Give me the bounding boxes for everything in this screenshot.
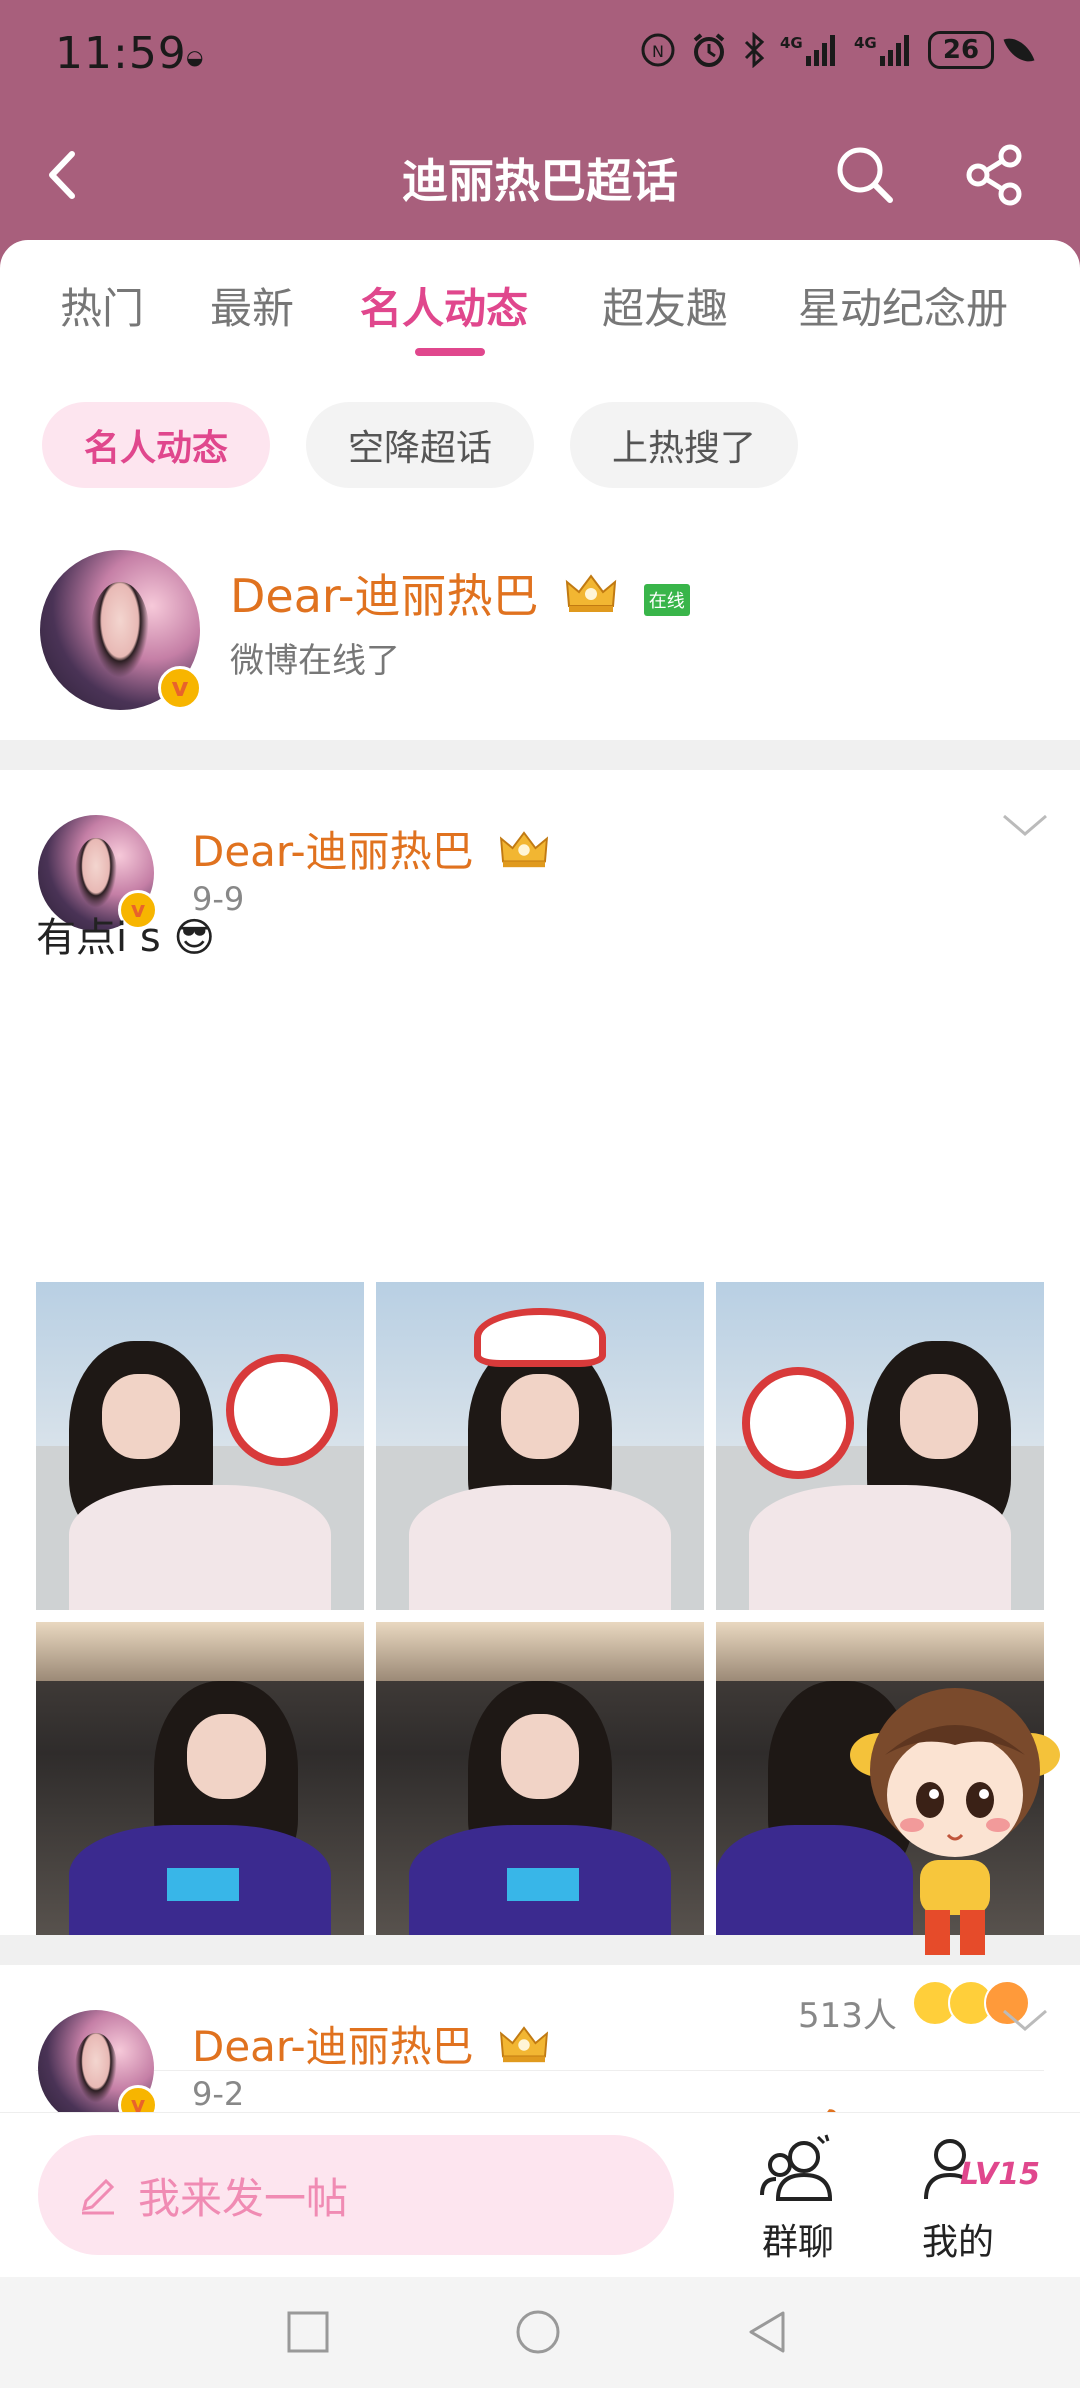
crown-icon [497,829,551,881]
tab-bar: 热门 最新 名人动态 超友趣 星动纪念册 [0,240,1080,370]
status-time: 11:59 [55,28,187,79]
celebrity-subtitle: 微博在线了 [230,641,400,681]
status-bar: 11:59 ◒ N 4G 4G 26 [0,0,1080,110]
post-author-row: Dear-迪丽热巴 [192,2013,551,2076]
post-author-row: Dear-迪丽热巴 [192,818,551,881]
level-badge: LV15 [960,2157,1040,2192]
post-author-name[interactable]: Dear-迪丽热巴 [192,827,474,876]
nfc-icon: N [640,30,676,70]
chip-celebrity-updates[interactable]: 名人动态 [42,402,270,488]
tab-star-album[interactable]: 星动纪念册 [798,275,1008,336]
search-button[interactable] [830,140,900,210]
share-icon [966,144,1022,206]
chip-trending[interactable]: 上热搜了 [570,402,798,488]
alarm-icon [690,30,728,70]
post-photo[interactable] [36,1282,364,1610]
search-icon [837,147,893,203]
group-chat-button[interactable]: 群聊 [738,2133,858,2265]
home-icon[interactable] [513,2307,563,2357]
chip-airdrop[interactable]: 空降超话 [306,402,534,488]
bluetooth-icon [742,30,766,70]
post-date: 9-2 [192,2075,245,2113]
filter-chips: 名人动态 空降超话 上热搜了 [0,402,1080,488]
group-chat-label: 群聊 [761,2222,834,2263]
post-photo[interactable] [716,1282,1044,1610]
svg-text:N: N [652,42,664,61]
celebrity-name-row: Dear-迪丽热巴 在线 [230,560,690,627]
mine-button[interactable]: LV15 我的 [898,2133,1040,2265]
svg-text:4G: 4G [854,34,877,52]
notification-dot-icon: ◒ [186,45,204,69]
svg-text:4G: 4G [780,34,803,52]
post-photo[interactable] [376,1622,704,1950]
pencil-icon [81,2178,115,2215]
tab-latest[interactable]: 最新 [210,275,294,336]
section-divider [0,740,1080,770]
chevron-down-icon[interactable] [1000,2005,1050,2035]
chevron-down-icon[interactable] [1000,810,1050,840]
tab-celebrity-updates[interactable]: 名人动态 [360,275,528,336]
signal-4g-2-icon: 4G [854,30,914,70]
status-icons: N 4G 4G 26 [640,30,1035,70]
back-triangle-icon[interactable] [743,2307,793,2357]
header: 11:59 ◒ N 4G 4G 26 迪丽热巴超话 [0,0,1080,270]
bottom-action-bar: 我来发一帖 群聊 LV15 我的 [0,2112,1080,2277]
recent-apps-icon[interactable] [283,2307,333,2357]
system-navigation-bar [0,2277,1080,2388]
tab-hot[interactable]: 热门 [60,275,144,336]
signal-4g-1-icon: 4G [780,30,840,70]
post-photo[interactable] [36,1622,364,1950]
crown-icon [497,2024,551,2076]
mascot-character-icon [850,1688,1060,1955]
page-title: 迪丽热巴超话 [402,154,678,208]
celebrity-card[interactable]: v Dear-迪丽热巴 在线 微博在线了 [0,538,1080,718]
post-photo[interactable] [376,1282,704,1610]
online-tag: 在线 [643,583,690,616]
compose-post-input[interactable]: 我来发一帖 [38,2135,674,2255]
title-bar: 迪丽热巴超话 [0,110,1080,240]
content-panel: 热门 最新 名人动态 超友趣 星动纪念册 名人动态 空降超话 上热搜了 v De… [0,240,1080,2388]
group-chat-icon [760,2134,833,2201]
post-author-name[interactable]: Dear-迪丽热巴 [192,2022,474,2071]
battery-icon: 26 [928,31,994,69]
power-saving-leaf-icon [1003,32,1035,68]
celebrity-name[interactable]: Dear-迪丽热巴 [230,569,538,623]
compose-placeholder: 我来发一帖 [138,2173,349,2223]
active-tab-indicator [415,348,485,356]
floating-mascot[interactable] [840,1675,1070,1965]
share-button[interactable] [960,140,1030,210]
verified-badge-icon: v [158,666,202,710]
mine-label: 我的 [921,2222,994,2263]
post-text: 有点i s 😎 [36,915,216,961]
crown-icon [563,572,619,627]
tab-fan-fun[interactable]: 超友趣 [602,275,728,336]
